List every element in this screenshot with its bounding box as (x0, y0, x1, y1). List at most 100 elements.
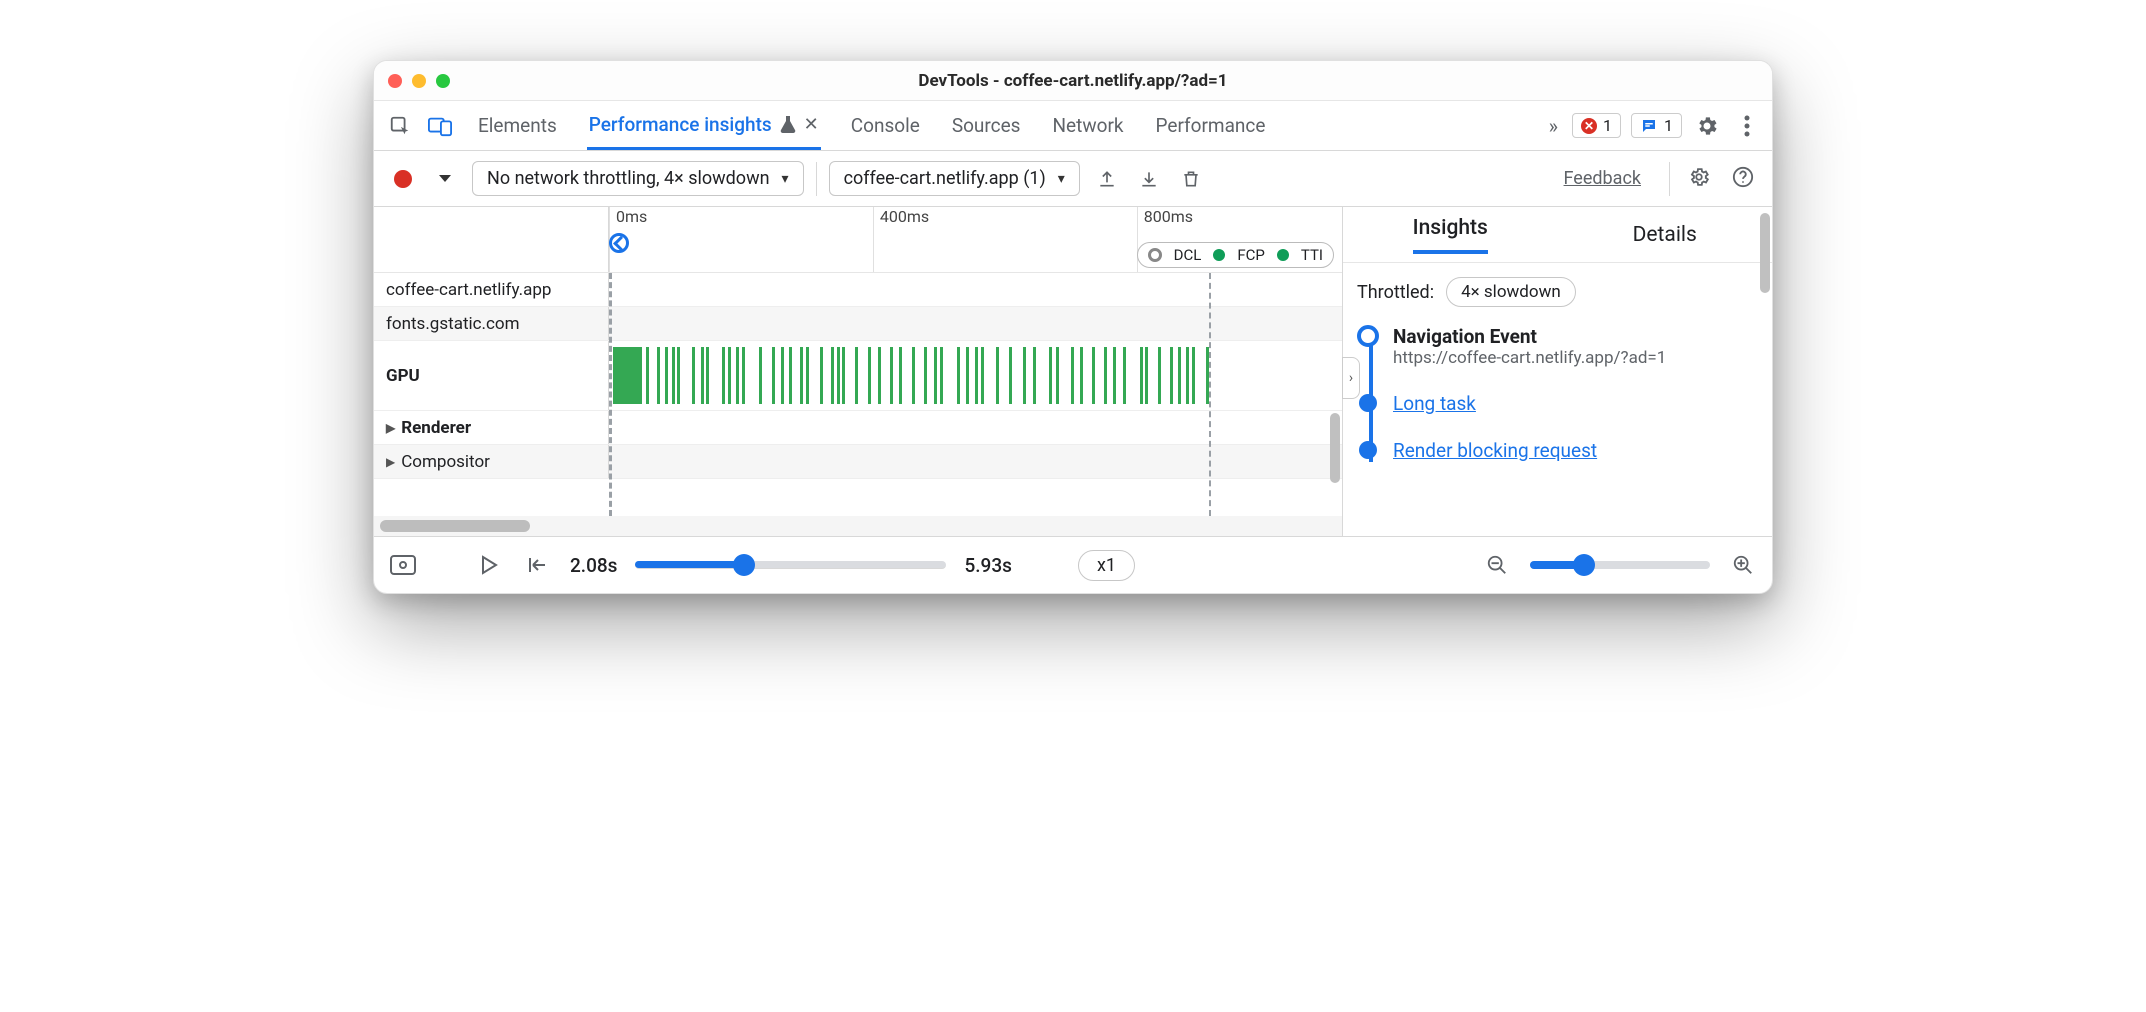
export-icon[interactable] (1092, 164, 1122, 194)
gpu-activity (609, 347, 1342, 404)
tabs-right-controls: » ✕ 1 1 (1545, 111, 1762, 141)
window-title: DevTools - coffee-cart.netlify.app/?ad=1 (374, 71, 1772, 91)
event-url: https://coffee-cart.netlify.app/?ad=1 (1393, 348, 1756, 368)
metrics-legend[interactable]: DCL FCP TTI (1137, 242, 1334, 268)
network-row[interactable]: fonts.gstatic.com (374, 307, 1342, 341)
tab-label: Elements (478, 114, 557, 137)
settings-icon[interactable] (1692, 111, 1722, 141)
maximize-window-button[interactable] (436, 74, 450, 88)
gpu-row[interactable]: GPU (374, 341, 1342, 411)
close-window-button[interactable] (388, 74, 402, 88)
devtools-window: DevTools - coffee-cart.netlify.app/?ad=1… (373, 60, 1773, 594)
zoom-out-icon[interactable] (1482, 550, 1512, 580)
tab-performance-insights[interactable]: Performance insights ✕ (587, 101, 821, 150)
vertical-scrollbar[interactable] (1760, 213, 1770, 293)
separator (1669, 162, 1670, 196)
row-content (609, 273, 1342, 306)
chevron-down-icon: ▾ (782, 171, 789, 187)
row-label: coffee-cart.netlify.app (374, 273, 609, 306)
expand-icon[interactable]: ▶ (386, 421, 395, 435)
timeline-node-icon (1359, 394, 1377, 412)
event-render-blocking[interactable]: Render blocking request (1393, 439, 1756, 462)
tab-insights[interactable]: Insights (1343, 207, 1558, 262)
tti-icon (1277, 249, 1289, 261)
tab-label: Network (1053, 114, 1124, 137)
chevron-down-icon: ▾ (1058, 171, 1065, 187)
error-badge[interactable]: ✕ 1 (1572, 113, 1621, 138)
tab-label: Performance insights (589, 113, 772, 136)
screenshot-preview-icon[interactable] (388, 550, 418, 580)
tab-performance[interactable]: Performance (1154, 101, 1268, 150)
recording-select[interactable]: coffee-cart.netlify.app (1) ▾ (829, 161, 1080, 196)
renderer-row[interactable]: ▶Renderer (374, 411, 1342, 445)
event-navigation[interactable]: Navigation Event https://coffee-cart.net… (1393, 325, 1756, 368)
row-label: ▶Compositor (374, 445, 609, 478)
throttling-select[interactable]: No network throttling, 4× slowdown ▾ (472, 161, 804, 196)
record-button[interactable] (388, 164, 418, 194)
row-content (609, 341, 1342, 410)
event-long-task[interactable]: Long task (1393, 392, 1756, 415)
throttled-label: Throttled: (1357, 282, 1434, 303)
more-tabs-icon[interactable]: » (1545, 114, 1562, 138)
titlebar: DevTools - coffee-cart.netlify.app/?ad=1 (374, 61, 1772, 101)
feedback-link[interactable]: Feedback (1564, 168, 1641, 189)
kebab-menu-icon[interactable] (1732, 111, 1762, 141)
event-title: Navigation Event (1393, 325, 1756, 348)
slider-knob[interactable] (1573, 554, 1595, 576)
help-icon[interactable] (1728, 162, 1758, 192)
row-content (609, 445, 1342, 478)
compositor-row[interactable]: ▶Compositor (374, 445, 1342, 479)
tab-sources[interactable]: Sources (950, 101, 1023, 150)
navigation-start-marker[interactable] (609, 233, 629, 253)
messages-badge[interactable]: 1 (1631, 113, 1682, 138)
panel-settings-icon[interactable] (1684, 162, 1714, 192)
playback-speed[interactable]: x1 (1078, 550, 1135, 581)
slider-knob[interactable] (733, 554, 755, 576)
error-count: 1 (1603, 116, 1612, 135)
main-split: 0ms 400ms 800ms DCL FCP TTI coffee-cart.… (374, 207, 1772, 537)
device-toolbar-icon[interactable] (424, 110, 456, 142)
close-tab-icon[interactable]: ✕ (804, 114, 819, 135)
tab-console[interactable]: Console (849, 101, 922, 150)
messages-count: 1 (1664, 116, 1673, 135)
timeline-node-icon (1359, 441, 1377, 459)
tab-label: Console (851, 114, 920, 137)
zoom-slider[interactable] (1530, 561, 1710, 569)
record-icon (394, 170, 412, 188)
horizontal-scrollbar[interactable] (374, 516, 1342, 536)
separator (816, 162, 817, 196)
event-link[interactable]: Render blocking request (1393, 439, 1597, 462)
tab-elements[interactable]: Elements (476, 101, 559, 150)
import-icon[interactable] (1134, 164, 1164, 194)
tab-details[interactable]: Details (1558, 207, 1773, 262)
error-icon: ✕ (1581, 118, 1597, 134)
marker-label: DCL (1174, 246, 1202, 264)
throttled-chip[interactable]: 4× slowdown (1446, 277, 1576, 307)
row-label: GPU (374, 341, 609, 410)
rewind-button[interactable] (522, 550, 552, 580)
tick-label: 400ms (880, 207, 929, 226)
inspect-element-icon[interactable] (384, 110, 416, 142)
vertical-scrollbar[interactable] (1330, 413, 1340, 483)
tab-network[interactable]: Network (1051, 101, 1126, 150)
zoom-in-icon[interactable] (1728, 550, 1758, 580)
timeline-header: 0ms 400ms 800ms DCL FCP TTI (374, 207, 1342, 273)
flask-icon (780, 115, 796, 133)
insights-event-list: Navigation Event https://coffee-cart.net… (1357, 325, 1756, 462)
timeline-ruler[interactable]: 0ms 400ms 800ms DCL FCP TTI (609, 207, 1342, 272)
expand-icon[interactable]: ▶ (386, 455, 395, 469)
event-link[interactable]: Long task (1393, 392, 1476, 415)
delete-icon[interactable] (1176, 164, 1206, 194)
marker-label: FCP (1237, 246, 1265, 264)
tab-label: Details (1633, 223, 1697, 247)
time-slider[interactable] (635, 561, 946, 569)
row-content (609, 307, 1342, 340)
record-menu-caret[interactable] (430, 164, 460, 194)
network-row[interactable]: coffee-cart.netlify.app (374, 273, 1342, 307)
row-label: ▶Renderer (374, 411, 609, 444)
minimize-window-button[interactable] (412, 74, 426, 88)
scrollbar-thumb[interactable] (380, 520, 530, 532)
end-time: 5.93s (964, 554, 1011, 577)
fcp-icon (1213, 249, 1225, 261)
play-button[interactable] (474, 550, 504, 580)
